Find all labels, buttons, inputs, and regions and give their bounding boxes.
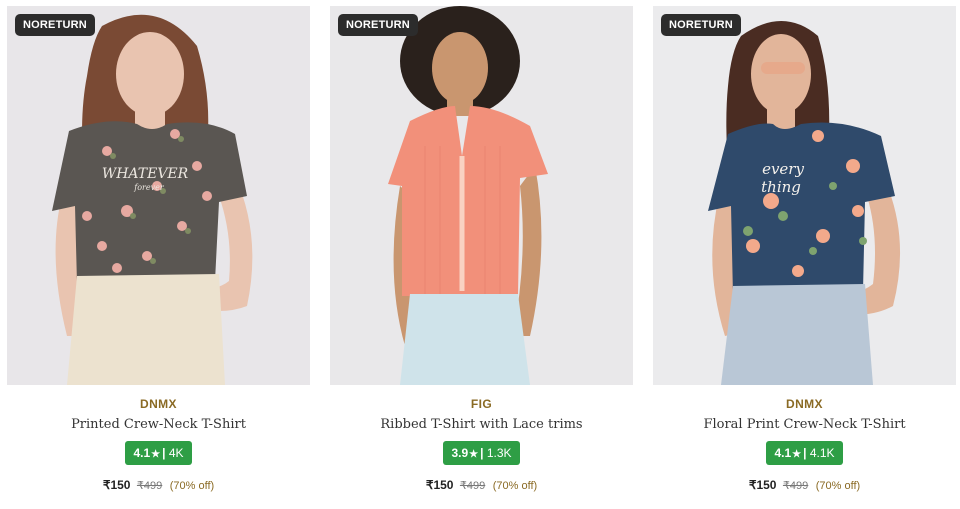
product-brand[interactable]: DNMX xyxy=(653,397,956,411)
original-price: ₹499 xyxy=(782,480,809,492)
price-row: ₹150 ₹499 (70% off) xyxy=(330,476,633,494)
price-row: ₹150 ₹499 (70% off) xyxy=(7,476,310,494)
product-image[interactable]: WHATEVER forever NORETURN xyxy=(7,6,310,385)
product-brand[interactable]: DNMX xyxy=(7,397,310,411)
noreturn-badge: NORETURN xyxy=(15,14,95,36)
product-grid: WHATEVER forever NORETURN DNMX Printed C… xyxy=(0,0,960,509)
product-image[interactable]: every thing NORETURN xyxy=(653,6,956,385)
product-name[interactable]: Floral Print Crew-Neck T-Shirt xyxy=(653,417,956,432)
original-price: ₹499 xyxy=(459,480,486,492)
sale-price: ₹150 xyxy=(102,478,131,492)
discount-label: (70% off) xyxy=(815,480,861,492)
original-price: ₹499 xyxy=(136,480,163,492)
rating-badge: 3.9★ | 1.3K xyxy=(443,441,520,465)
product-name[interactable]: Printed Crew-Neck T-Shirt xyxy=(7,417,310,432)
sale-price: ₹150 xyxy=(748,478,777,492)
noreturn-badge: NORETURN xyxy=(338,14,418,36)
tshirt-print-text: every xyxy=(762,160,804,178)
svg-text:forever: forever xyxy=(133,183,165,192)
star-icon: ★ xyxy=(792,449,802,460)
product-name[interactable]: Ribbed T-Shirt with Lace trims xyxy=(330,417,633,432)
product-card[interactable]: every thing NORETURN DNMX Floral Print C… xyxy=(653,0,956,509)
star-icon: ★ xyxy=(151,449,161,460)
star-icon: ★ xyxy=(469,449,479,460)
rating-badge: 4.1★ | 4.1K xyxy=(766,441,843,465)
price-row: ₹150 ₹499 (70% off) xyxy=(653,476,956,494)
sale-price: ₹150 xyxy=(425,478,454,492)
product-card[interactable]: NORETURN FIG Ribbed T-Shirt with Lace tr… xyxy=(330,0,633,509)
rating-badge: 4.1★ | 4K xyxy=(125,441,192,465)
product-brand[interactable]: FIG xyxy=(330,397,633,411)
tshirt-print-text: WHATEVER xyxy=(102,166,189,182)
product-card[interactable]: WHATEVER forever NORETURN DNMX Printed C… xyxy=(7,0,310,509)
discount-label: (70% off) xyxy=(169,480,215,492)
product-image[interactable]: NORETURN xyxy=(330,6,633,385)
noreturn-badge: NORETURN xyxy=(661,14,741,36)
discount-label: (70% off) xyxy=(492,480,538,492)
svg-text:thing: thing xyxy=(761,178,801,196)
